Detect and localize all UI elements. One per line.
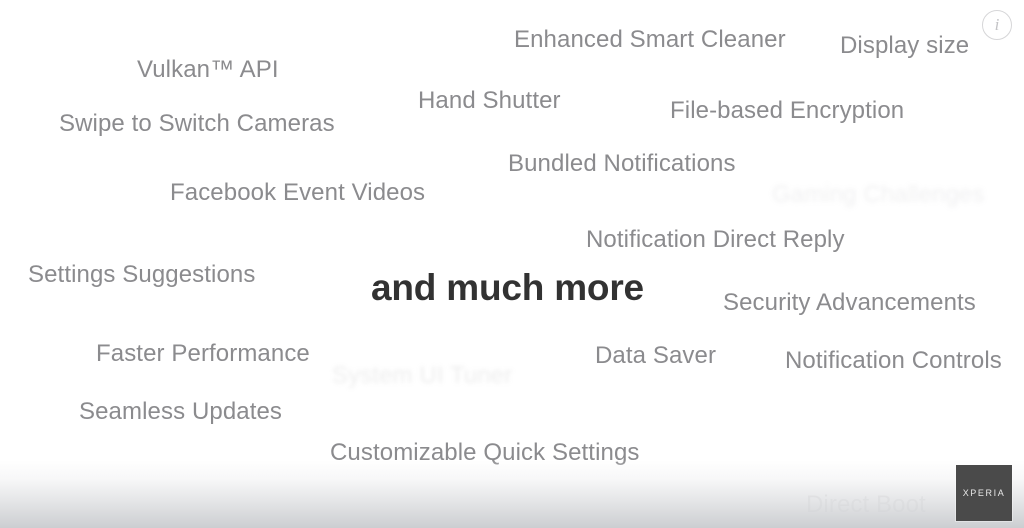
- word-cloud-item: Data Saver: [595, 342, 717, 369]
- word-cloud-item: Customizable Quick Settings: [330, 439, 640, 466]
- word-cloud-item: Security Advancements: [723, 289, 976, 316]
- word-cloud-item: Notification Direct Reply: [586, 226, 845, 253]
- word-cloud-item: Notification Controls: [785, 347, 1002, 374]
- headline-and-much-more: and much more: [371, 267, 644, 308]
- word-cloud-item: Display size: [840, 32, 970, 59]
- info-icon-glyph: i: [994, 15, 1000, 34]
- word-cloud-item: System UI Tuner: [332, 362, 513, 389]
- info-icon[interactable]: i: [982, 10, 1012, 40]
- word-cloud-item: Bundled Notifications: [508, 150, 736, 177]
- word-cloud-item: Facebook Event Videos: [170, 179, 426, 206]
- word-cloud-item: Hand Shutter: [418, 87, 561, 114]
- xperia-watermark[interactable]: XPERIA: [956, 465, 1012, 521]
- word-cloud-item: Enhanced Smart Cleaner: [514, 26, 786, 53]
- xperia-watermark-label: XPERIA: [962, 488, 1006, 498]
- word-cloud-item: Seamless Updates: [79, 398, 283, 425]
- word-cloud-item: Direct Boot: [806, 491, 926, 518]
- word-cloud-canvas: Enhanced Smart Cleaner Display size Vulkan…: [0, 0, 1024, 528]
- word-cloud-item: Settings Suggestions: [28, 261, 256, 288]
- word-cloud-item: File-based Encryption: [670, 97, 905, 124]
- word-cloud-item: Faster Performance: [96, 340, 310, 367]
- word-cloud-item: Vulkan™ API: [137, 56, 279, 83]
- word-cloud-item: Gaming Challenges: [772, 181, 985, 208]
- word-cloud-item: Swipe to Switch Cameras: [59, 110, 335, 137]
